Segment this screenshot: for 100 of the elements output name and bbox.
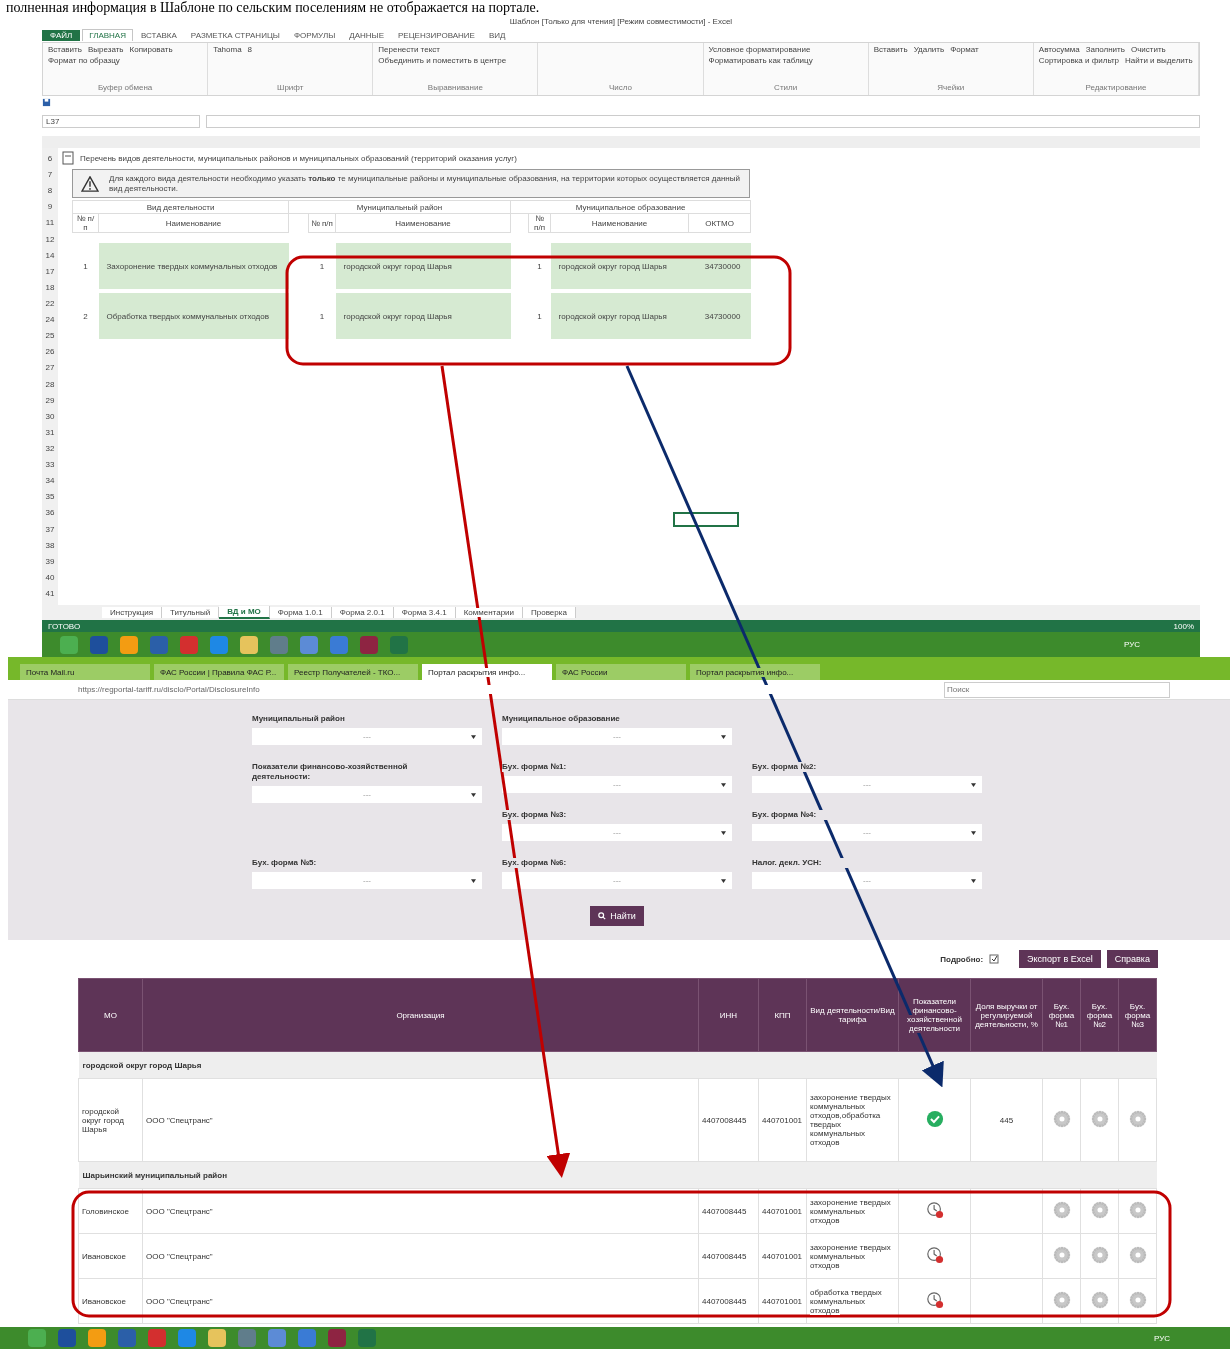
settings-icon[interactable] <box>1052 1201 1071 1219</box>
ribbon-button[interactable]: Объединить и поместить в центре <box>378 56 507 66</box>
export-button[interactable]: Экспорт в Excel <box>1019 950 1101 968</box>
taskbar-app-icon[interactable] <box>240 635 258 654</box>
table-cell: 440701001 <box>758 1233 807 1279</box>
browser-tab[interactable]: Почта Mail.ru <box>20 664 150 680</box>
file-tab[interactable]: ФАЙЛ <box>42 29 81 41</box>
ribbon-button[interactable]: Форматировать как таблицу <box>708 56 813 66</box>
ribbon-button[interactable]: 8 <box>247 45 253 55</box>
sheet-tab[interactable]: Форма 2.0.1 <box>331 607 394 618</box>
ribbon-button[interactable]: Вставить <box>873 45 908 55</box>
check-icon[interactable] <box>925 1110 944 1128</box>
settings-icon[interactable] <box>1052 1110 1071 1128</box>
formula-field[interactable] <box>206 114 1200 128</box>
ribbon-button[interactable]: Очистить <box>1130 45 1166 55</box>
table-cell: 4407008445 <box>698 1233 759 1279</box>
sheet-tab[interactable]: Проверка <box>523 607 576 618</box>
ribbon-tab[interactable]: ФОРМУЛЫ <box>287 29 342 41</box>
window-title: Шаблон [Только для чтения] [Режим совместимости] - Excel <box>509 17 733 27</box>
taskbar-app-icon[interactable] <box>60 635 78 654</box>
ribbon-button[interactable]: Формат <box>950 45 979 55</box>
ribbon-button[interactable]: Копировать <box>129 45 173 55</box>
sheet-tab[interactable]: Титульный <box>162 607 220 618</box>
ribbon-tab[interactable]: ДАННЫЕ <box>343 29 390 41</box>
ribbon-tab[interactable]: ВИД <box>482 29 512 41</box>
taskbar-app-icon[interactable] <box>238 1329 256 1347</box>
taskbar-app-icon[interactable] <box>298 1329 316 1347</box>
settings-icon[interactable] <box>1052 1291 1071 1309</box>
save-icon[interactable] <box>42 97 51 107</box>
taskbar-app-icon[interactable] <box>268 1329 286 1347</box>
taskbar-app-icon[interactable] <box>300 635 318 654</box>
edit-checkbox-icon[interactable] <box>989 954 1000 964</box>
ribbon-tab[interactable]: ГЛАВНАЯ <box>82 29 133 41</box>
search-field[interactable]: Поиск <box>944 681 1170 698</box>
clock-alert-icon[interactable] <box>925 1246 944 1264</box>
find-button[interactable]: Найти <box>590 906 644 926</box>
ribbon-button[interactable]: Вставить <box>48 45 82 55</box>
browser-tab[interactable]: Реестр Получателей - ТКО... <box>288 664 418 680</box>
settings-icon[interactable] <box>1090 1291 1109 1309</box>
status-text: ГОТОВО <box>48 621 81 631</box>
help-button[interactable]: Справка <box>1106 950 1158 968</box>
name-box[interactable]: L37 <box>42 114 200 128</box>
sheet-tab[interactable]: Форма 3.4.1 <box>393 607 456 618</box>
browser-tab[interactable]: Портал раскрытия инфо... <box>690 664 820 680</box>
taskbar-app-icon[interactable] <box>90 635 108 654</box>
taskbar-app-icon[interactable] <box>390 635 408 654</box>
taskbar-app-icon[interactable] <box>210 635 228 654</box>
taskbar-app-icon[interactable] <box>330 635 348 654</box>
settings-icon[interactable] <box>1128 1110 1147 1128</box>
taskbar-app-icon[interactable] <box>270 635 288 654</box>
settings-icon[interactable] <box>1052 1246 1071 1264</box>
row-number: 30 <box>44 411 56 422</box>
settings-icon[interactable] <box>1090 1110 1109 1128</box>
settings-icon[interactable] <box>1128 1291 1147 1309</box>
column-header: Наименование <box>98 213 289 233</box>
browser-tab[interactable]: Портал раскрытия инфо... <box>422 664 552 680</box>
ribbon-button[interactable]: Сортировка и фильтр <box>1038 56 1120 66</box>
ribbon-button[interactable]: Автосумма <box>1038 45 1080 55</box>
ribbon-button[interactable]: Заполнить <box>1085 45 1125 55</box>
taskbar-app-icon[interactable] <box>328 1329 346 1347</box>
ribbon-button[interactable]: Условное форматирование <box>708 45 811 55</box>
table-cell: Захоронение твердых коммунальных отходов <box>98 243 289 291</box>
taskbar-app-icon[interactable] <box>88 1329 106 1347</box>
settings-icon[interactable] <box>1090 1201 1109 1219</box>
sheet-heading: Перечень видов деятельности, муниципальных районов и муниципальных образований (территорий оказания услуг) <box>80 153 517 163</box>
taskbar-app-icon[interactable] <box>58 1329 76 1347</box>
ribbon-button[interactable]: Перенести текст <box>378 45 440 55</box>
taskbar-app-icon[interactable] <box>360 635 378 654</box>
ribbon-button[interactable]: Вырезать <box>87 45 124 55</box>
clock-alert-icon[interactable] <box>925 1201 944 1219</box>
sheet-tab[interactable]: Инструкция <box>102 607 163 618</box>
clock-alert-icon[interactable] <box>925 1291 944 1309</box>
taskbar-app-icon[interactable] <box>180 635 198 654</box>
taskbar-app-icon[interactable] <box>120 635 138 654</box>
taskbar-app-icon[interactable] <box>178 1329 196 1347</box>
sheet-tab[interactable]: ВД и МО <box>219 606 270 619</box>
ribbon-tab[interactable]: РАЗМЕТКА СТРАНИЦЫ <box>184 29 286 41</box>
browser-tab[interactable]: ФАС России | Правила ФАС Р... <box>154 664 284 680</box>
settings-icon[interactable] <box>1090 1246 1109 1264</box>
sheet-tab[interactable]: Форма 1.0.1 <box>269 607 332 618</box>
ribbon-button[interactable]: Удалить <box>913 45 945 55</box>
settings-icon[interactable] <box>1128 1201 1147 1219</box>
ribbon-button[interactable]: Tahoma <box>213 45 242 55</box>
ribbon-tab[interactable]: РЕЦЕНЗИРОВАНИЕ <box>392 29 481 41</box>
taskbar-app-icon[interactable] <box>148 1329 166 1347</box>
taskbar-app-icon[interactable] <box>150 635 168 654</box>
settings-icon[interactable] <box>1128 1246 1147 1264</box>
table-cell: 440701001 <box>758 1078 807 1162</box>
ribbon-button[interactable]: Найти и выделить <box>1125 56 1193 66</box>
ribbon-button[interactable]: Формат по образцу <box>48 56 120 66</box>
taskbar-app-icon[interactable] <box>28 1329 46 1347</box>
taskbar-app-icon[interactable] <box>208 1329 226 1347</box>
sheet-tab[interactable]: Комментарии <box>455 607 523 618</box>
language-indicator[interactable]: РУС <box>1153 1333 1170 1343</box>
ribbon-tab[interactable]: ВСТАВКА <box>134 29 183 41</box>
row-number: 35 <box>44 492 56 503</box>
browser-tab[interactable]: ФАС России <box>556 664 686 680</box>
taskbar-app-icon[interactable] <box>358 1329 376 1347</box>
language-indicator[interactable]: РУС <box>1123 640 1140 649</box>
taskbar-app-icon[interactable] <box>118 1329 136 1347</box>
